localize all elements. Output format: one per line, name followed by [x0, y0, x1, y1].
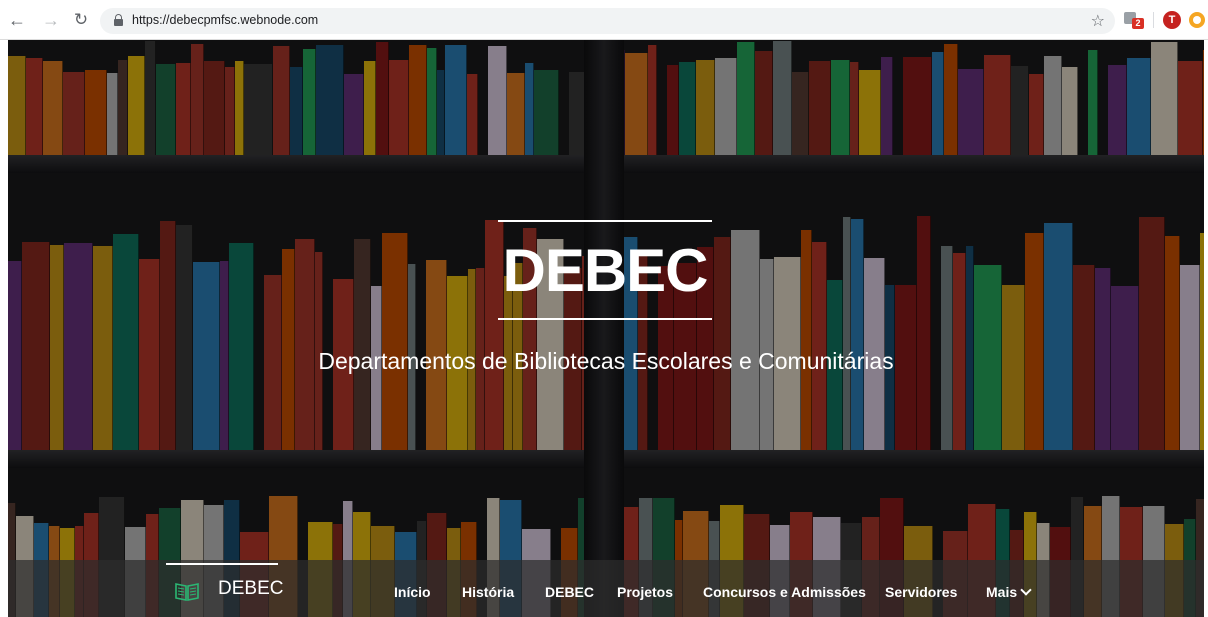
nav-item-projetos[interactable]: Projetos: [617, 584, 673, 600]
nav-item-concursos[interactable]: Concursos e Admissões: [703, 584, 866, 600]
nav-item-debec[interactable]: DEBEC: [545, 584, 594, 600]
lock-icon: [114, 14, 123, 26]
brand-active-indicator: [166, 563, 278, 565]
site-navigation: DEBEC Início História DEBEC Projetos Con…: [8, 560, 1204, 617]
nav-item-historia[interactable]: História: [462, 584, 514, 600]
extension-badge: 2: [1132, 18, 1144, 29]
site-title[interactable]: DEBEC: [498, 236, 712, 305]
profile-avatar[interactable]: T: [1163, 11, 1181, 29]
address-bar[interactable]: https://debecpmfsc.webnode.com ☆: [100, 8, 1115, 34]
nav-item-mais[interactable]: Mais: [986, 584, 1017, 600]
hero-banner: DEBEC Departamentos de Bibliotecas Escol…: [8, 40, 1204, 617]
title-top-rule: [498, 220, 712, 222]
translate-extension-icon[interactable]: 2: [1124, 10, 1144, 30]
site-subtitle: Departamentos de Bibliotecas Escolares e…: [318, 348, 894, 374]
reload-icon[interactable]: ↻: [70, 9, 92, 31]
extension-icon[interactable]: [1189, 12, 1205, 28]
forward-arrow-icon[interactable]: →: [40, 9, 62, 31]
hero-overlay: [8, 40, 1204, 617]
brand-label: DEBEC: [218, 578, 284, 599]
nav-item-servidores[interactable]: Servidores: [885, 584, 957, 600]
nav-item-inicio[interactable]: Início: [394, 584, 431, 600]
chevron-down-icon[interactable]: [1020, 584, 1032, 596]
back-arrow-icon[interactable]: ←: [6, 9, 28, 31]
browser-toolbar: ← → ↻ https://debecpmfsc.webnode.com ☆ 2…: [0, 0, 1208, 40]
star-icon[interactable]: ☆: [1091, 11, 1105, 31]
open-book-icon: [175, 583, 199, 601]
title-bottom-rule: [498, 318, 712, 320]
toolbar-divider: [1153, 12, 1154, 28]
brand-logo[interactable]: DEBEC: [166, 560, 283, 617]
url-text[interactable]: https://debecpmfsc.webnode.com: [132, 13, 318, 27]
